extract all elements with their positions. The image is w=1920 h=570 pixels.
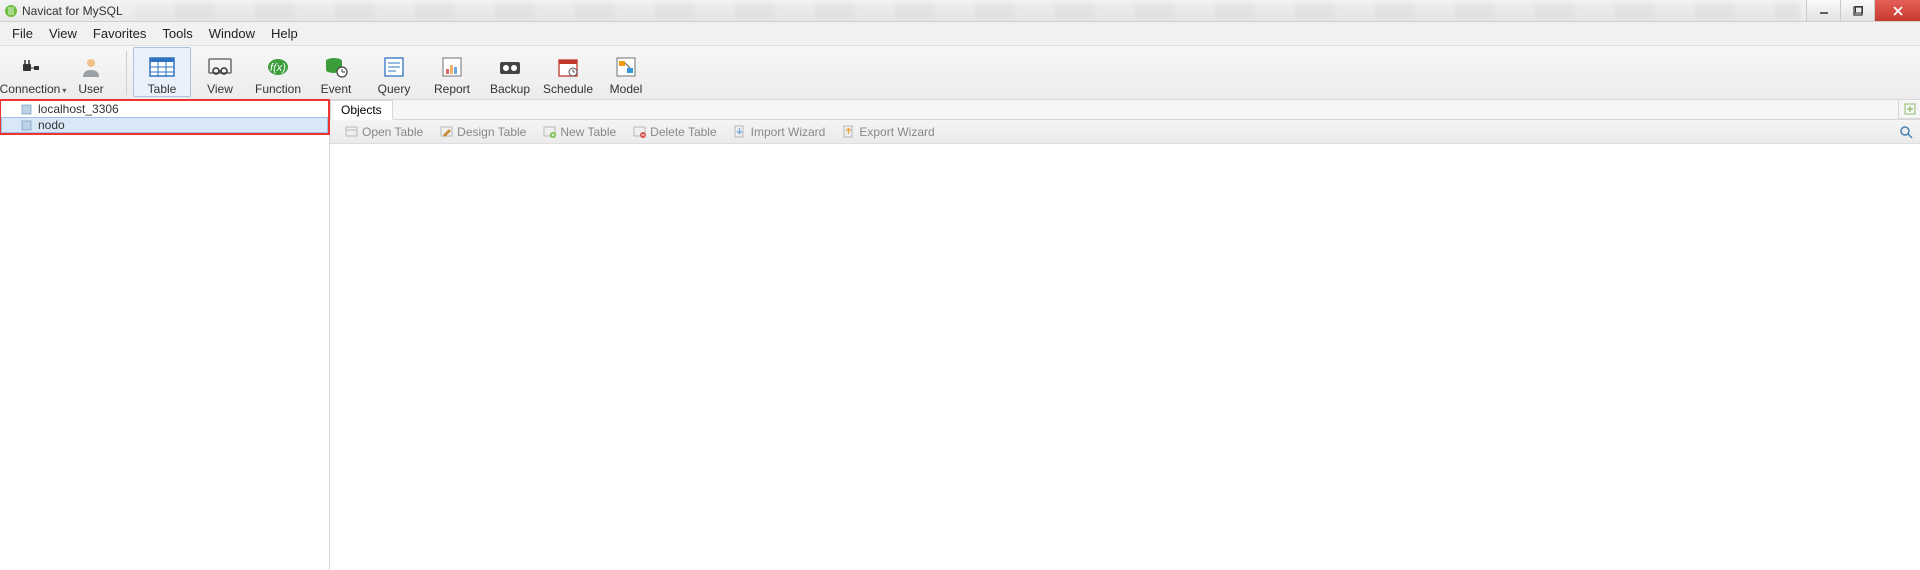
toolbar-connection-label: Connection bbox=[0, 82, 60, 96]
menu-file[interactable]: File bbox=[4, 24, 41, 43]
toolbar-report[interactable]: Report bbox=[423, 47, 481, 97]
tab-objects[interactable]: Objects bbox=[330, 100, 393, 120]
design-table-icon bbox=[439, 125, 453, 139]
maximize-icon bbox=[1853, 6, 1863, 16]
toolbar-query[interactable]: Query bbox=[365, 47, 423, 97]
new-table-icon bbox=[542, 125, 556, 139]
menu-window[interactable]: Window bbox=[201, 24, 263, 43]
toolbar-backup-label: Backup bbox=[490, 82, 530, 96]
content-area bbox=[330, 144, 1920, 570]
database-icon bbox=[20, 119, 32, 131]
new-table-button[interactable]: New Table bbox=[534, 123, 624, 141]
toolbar-event-label: Event bbox=[321, 82, 352, 96]
delete-table-label: Delete Table bbox=[650, 125, 717, 139]
export-wizard-icon bbox=[841, 125, 855, 139]
toolbar-event[interactable]: Event bbox=[307, 47, 365, 97]
new-table-label: New Table bbox=[560, 125, 616, 139]
connection-list-highlight: localhost_3306 nodo bbox=[0, 99, 330, 135]
import-wizard-icon bbox=[733, 125, 747, 139]
search-icon bbox=[1899, 125, 1913, 139]
main-panel: Objects Open Table Design Table bbox=[330, 100, 1920, 570]
menu-view[interactable]: View bbox=[41, 24, 85, 43]
query-sheet-icon bbox=[380, 54, 408, 80]
toolbar-view-label: View bbox=[207, 82, 233, 96]
toolbar-view[interactable]: View bbox=[191, 47, 249, 97]
minimize-button[interactable] bbox=[1806, 0, 1840, 21]
toolbar-backup[interactable]: Backup bbox=[481, 47, 539, 97]
connection-sidebar: localhost_3306 nodo bbox=[0, 100, 330, 570]
delete-table-button[interactable]: Delete Table bbox=[624, 123, 725, 141]
database-icon bbox=[20, 103, 32, 115]
toolbar-connection[interactable]: Connection▾ bbox=[4, 47, 62, 97]
tab-add-button[interactable] bbox=[1898, 100, 1920, 119]
import-wizard-label: Import Wizard bbox=[751, 125, 826, 139]
toolbar-table-label: Table bbox=[148, 82, 177, 96]
navicat-icon bbox=[4, 4, 18, 18]
main-toolbar: Connection▾ User Table View f(x) Functio… bbox=[0, 46, 1920, 100]
toolbar-table[interactable]: Table bbox=[133, 47, 191, 97]
connection-item-label: localhost_3306 bbox=[38, 102, 119, 116]
menu-tools[interactable]: Tools bbox=[154, 24, 200, 43]
connection-item-label: nodo bbox=[38, 118, 65, 132]
plug-icon bbox=[19, 54, 47, 80]
connection-item-localhost[interactable]: localhost_3306 bbox=[1, 101, 328, 117]
toolbar-model-label: Model bbox=[610, 82, 643, 96]
table-grid-icon bbox=[148, 54, 176, 80]
user-icon bbox=[77, 54, 105, 80]
background-browser-tabs bbox=[135, 3, 1800, 19]
toolbar-separator bbox=[126, 51, 127, 95]
toolbar-report-label: Report bbox=[434, 82, 470, 96]
open-table-icon bbox=[344, 125, 358, 139]
object-toolbar: Open Table Design Table New Table Delete… bbox=[330, 120, 1920, 144]
menu-favorites[interactable]: Favorites bbox=[85, 24, 154, 43]
titlebar: Navicat for MySQL bbox=[0, 0, 1920, 22]
close-button[interactable] bbox=[1874, 0, 1920, 21]
connection-item-nodo[interactable]: nodo bbox=[1, 117, 328, 133]
tab-label: Objects bbox=[341, 103, 382, 117]
model-diagram-icon bbox=[612, 54, 640, 80]
toolbar-query-label: Query bbox=[378, 82, 411, 96]
menubar: File View Favorites Tools Window Help bbox=[0, 22, 1920, 46]
toolbar-user[interactable]: User bbox=[62, 47, 120, 97]
body: localhost_3306 nodo Objects bbox=[0, 100, 1920, 570]
report-chart-icon bbox=[438, 54, 466, 80]
close-icon bbox=[1892, 5, 1904, 17]
toolbar-model[interactable]: Model bbox=[597, 47, 655, 97]
design-table-button[interactable]: Design Table bbox=[431, 123, 534, 141]
toolbar-schedule-label: Schedule bbox=[543, 82, 593, 96]
open-table-label: Open Table bbox=[362, 125, 423, 139]
toolbar-schedule[interactable]: Schedule bbox=[539, 47, 597, 97]
window-controls bbox=[1806, 0, 1920, 21]
search-button[interactable] bbox=[1896, 122, 1916, 142]
import-wizard-button[interactable]: Import Wizard bbox=[725, 123, 834, 141]
new-tab-icon bbox=[1904, 103, 1916, 115]
tab-row: Objects bbox=[330, 100, 1920, 120]
export-wizard-button[interactable]: Export Wizard bbox=[833, 123, 942, 141]
delete-table-icon bbox=[632, 125, 646, 139]
event-clock-icon bbox=[322, 54, 350, 80]
maximize-button[interactable] bbox=[1840, 0, 1874, 21]
toolbar-user-label: User bbox=[78, 82, 103, 96]
app-title: Navicat for MySQL bbox=[22, 4, 129, 18]
design-table-label: Design Table bbox=[457, 125, 526, 139]
toolbar-function-label: Function bbox=[255, 82, 301, 96]
menu-help[interactable]: Help bbox=[263, 24, 306, 43]
minimize-icon bbox=[1819, 6, 1829, 16]
tab-filler bbox=[393, 100, 1898, 120]
schedule-calendar-icon bbox=[554, 54, 582, 80]
open-table-button[interactable]: Open Table bbox=[336, 123, 431, 141]
backup-tape-icon bbox=[496, 54, 524, 80]
view-glasses-icon bbox=[206, 54, 234, 80]
export-wizard-label: Export Wizard bbox=[859, 125, 934, 139]
toolbar-function[interactable]: f(x) Function bbox=[249, 47, 307, 97]
function-fx-icon: f(x) bbox=[264, 54, 292, 80]
svg-text:f(x): f(x) bbox=[270, 62, 286, 74]
